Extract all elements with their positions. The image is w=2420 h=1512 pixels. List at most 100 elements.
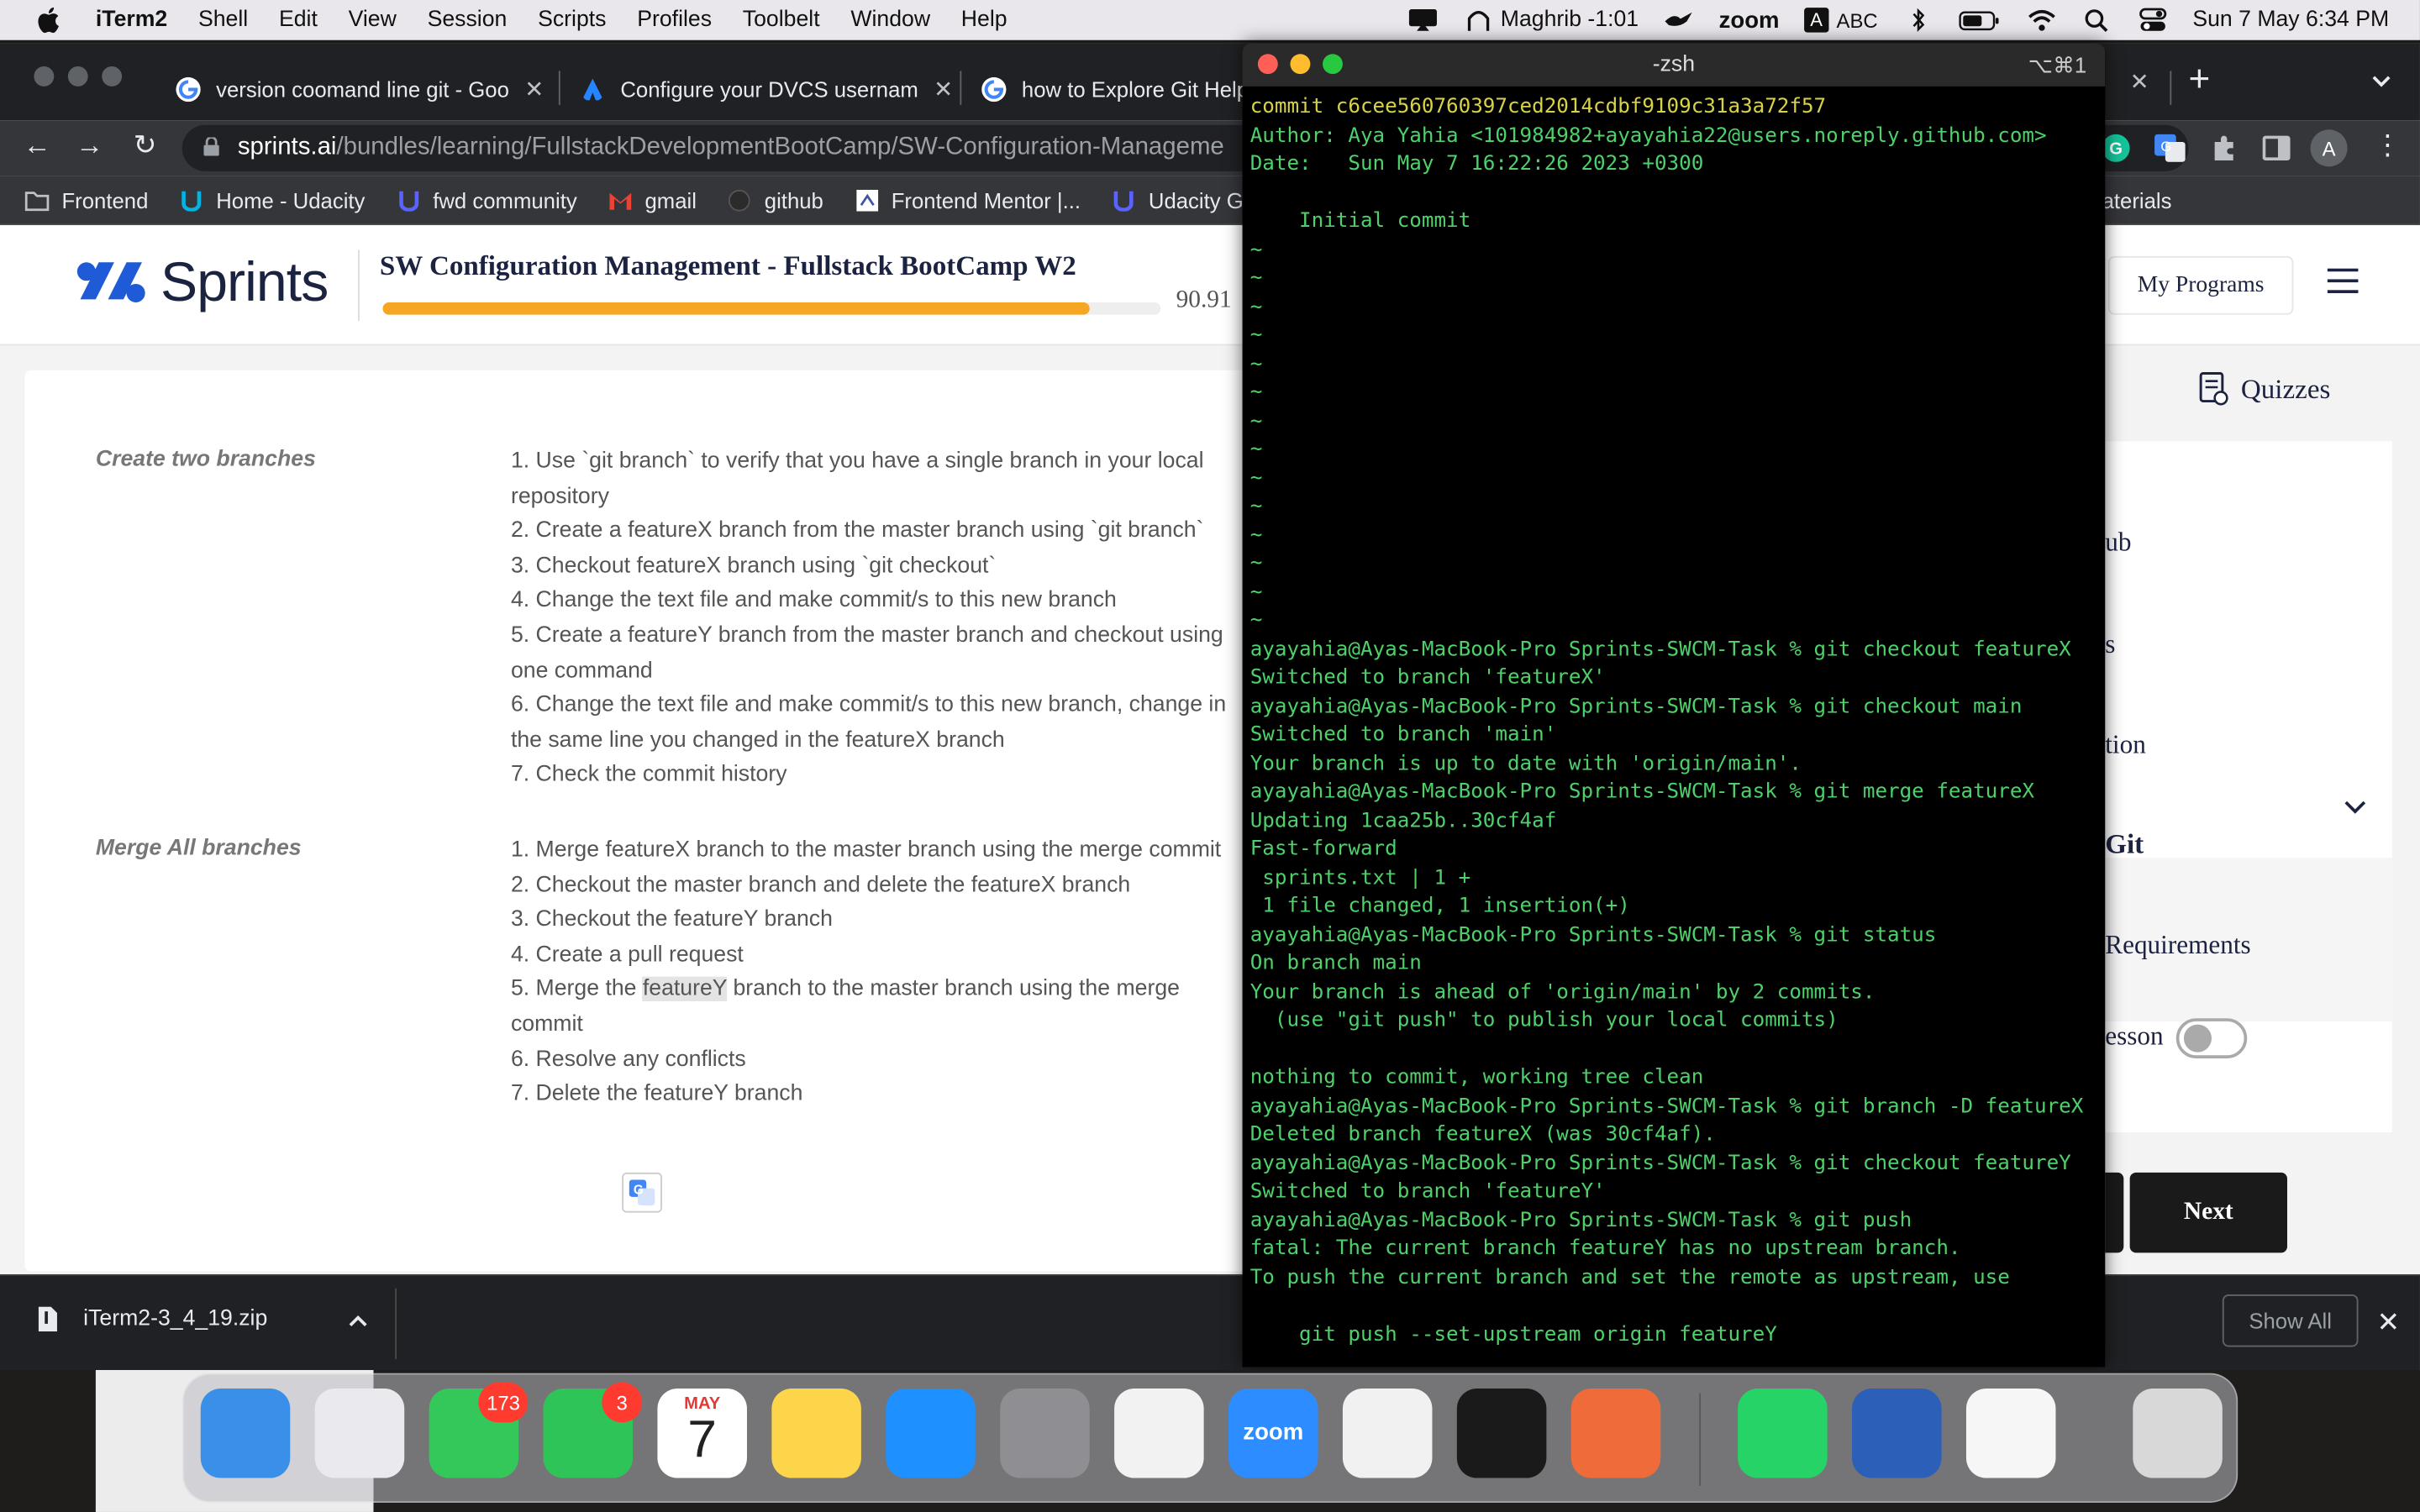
forward-button[interactable]: → [71,129,108,162]
sprints-logo[interactable]: Sprints [68,250,329,315]
profile-avatar[interactable]: A [2310,129,2348,167]
bookmark-materials[interactable]: aterials [2102,188,2172,213]
close-download-bar-icon[interactable]: ✕ [2377,1307,2401,1340]
back-button[interactable]: ← [18,129,55,162]
menu-session[interactable]: Session [428,8,508,32]
system-preferences-icon[interactable] [1000,1389,1090,1478]
svg-text:G: G [2109,140,2123,159]
textedit-icon[interactable] [1965,1389,2056,1478]
show-all-button[interactable]: Show All [2222,1294,2359,1347]
tab-version-command[interactable]: version coomand line git - Goo ✕ [155,59,544,120]
hamburger-menu-icon[interactable] [2327,268,2359,293]
outline-item[interactable]: s [2105,629,2115,660]
whatsapp-icon[interactable] [1738,1389,1828,1478]
zoom-status[interactable]: zoom [1719,7,1780,33]
bookmark-github[interactable]: github [728,187,823,213]
tab-search-chevron-icon[interactable] [2370,74,2392,89]
finder-icon[interactable] [200,1389,291,1478]
messages-icon[interactable]: 173 [429,1382,529,1478]
iterm-zoom-button[interactable] [1323,54,1343,75]
clock[interactable]: Sun 7 May 6:34 PM [2192,8,2389,32]
close-tab-icon[interactable]: ✕ [524,76,544,103]
calendar-icon[interactable]: MAY 7 [657,1389,747,1478]
bookmark-udacity-g[interactable]: Udacity G [1112,187,1244,213]
google-translate-icon[interactable]: G [2154,134,2186,162]
minimize-window-button[interactable] [67,66,88,87]
menu-scripts[interactable]: Scripts [538,8,606,32]
menu-toolbelt[interactable]: Toolbelt [743,8,820,32]
apple-icon[interactable] [34,6,61,34]
step-item: 1. Merge featureX branch to the master b… [510,837,1222,863]
previous-button[interactable] [2105,1172,2124,1253]
outline-item-git[interactable]: Git [2105,828,2144,861]
bookmark-udacity-home[interactable]: Home - Udacity [179,187,365,213]
quizzes-link[interactable]: Quizzes [2197,372,2330,406]
iterm-minimize-button[interactable] [1290,54,1311,75]
menu-view[interactable]: View [349,8,397,32]
terminal-line: ~ [1249,552,1263,576]
menu-help[interactable]: Help [961,8,1007,32]
wifi-icon[interactable] [2026,8,2057,32]
extensions-puzzle-icon[interactable] [2210,134,2238,162]
complete-lesson-toggle[interactable] [2175,1018,2248,1058]
bluetooth-icon[interactable] [1902,8,1933,33]
chrome-icon[interactable] [1342,1389,1433,1478]
chevron-down-icon[interactable] [2343,799,2367,814]
lock-icon[interactable] [203,137,219,156]
progress-fill [382,302,1091,315]
bird-icon[interactable] [1664,8,1695,32]
menu-shell[interactable]: Shell [198,8,248,32]
launchpad-icon[interactable] [314,1389,405,1478]
control-center-icon[interactable] [2137,8,2168,32]
reload-button[interactable]: ↻ [127,129,164,162]
next-button[interactable]: Next [2129,1172,2287,1253]
input-source[interactable]: ABC [1837,8,1878,32]
outline-item[interactable]: tion [2105,730,2146,761]
close-tab-icon[interactable]: ✕ [934,76,953,103]
trash-icon[interactable] [2133,1389,2223,1478]
facetime-icon[interactable]: 3 [543,1382,643,1478]
tab-configure-dvcs[interactable]: Configure your DVCS usernam ✕ [559,59,953,120]
bookmark-frontend-mentor[interactable]: Frontend Mentor |... [855,187,1081,213]
terminal-output[interactable]: commit c6cee560760397ced2014cdbf9109c31a… [1250,94,2099,1350]
google-translate-popup-icon[interactable]: G [622,1172,662,1213]
selected-text[interactable]: featureY [642,977,728,1002]
grammarly-icon[interactable]: G [2102,134,2130,162]
close-tab-icon[interactable]: ✕ [2130,68,2149,96]
close-window-button[interactable] [34,66,55,87]
word-icon[interactable] [1852,1389,1942,1478]
bookmark-fwd-community[interactable]: fwd community [396,187,577,213]
new-tab-button[interactable]: + [2188,59,2210,102]
menu-edit[interactable]: Edit [279,8,318,32]
chevron-up-icon[interactable] [349,1313,367,1328]
iterm-icon[interactable] [1456,1389,1547,1478]
terminal-line: Updating 1caa25b..30cf4af [1249,809,1557,832]
menu-profiles[interactable]: Profiles [637,8,712,32]
tab-explore-git-help[interactable]: how to Explore Git Help [960,59,1249,120]
bookmark-frontend[interactable]: Frontend [24,187,148,213]
prayer-time[interactable]: Maghrib -1:01 [1501,8,1639,32]
battery-icon[interactable] [1958,8,2001,32]
menu-app-name[interactable]: iTerm2 [96,8,167,32]
outline-item-requirements[interactable]: Requirements [2105,931,2250,962]
terminal-line: ~ [1249,466,1263,491]
app-store-icon[interactable] [886,1389,976,1478]
udacity-icon [182,190,202,211]
notes-icon[interactable] [771,1389,861,1478]
postman-icon[interactable] [1570,1389,1661,1478]
zoom-window-button[interactable] [102,66,123,87]
screen-mirror-icon[interactable] [1408,8,1439,32]
vscode-icon[interactable] [1114,1389,1204,1478]
mosque-icon[interactable] [1464,8,1495,32]
outline-item[interactable]: ub [2105,528,2131,559]
zoom-app-icon[interactable]: zoom [1228,1389,1318,1478]
download-item[interactable]: iTerm2-3_4_19.zip [37,1306,267,1332]
menu-window[interactable]: Window [850,8,930,32]
bookmark-gmail[interactable]: gmail [608,187,697,213]
my-programs-button[interactable]: My Programs [2107,255,2294,315]
iterm-close-button[interactable] [1257,54,1278,75]
terminal-line: Switched to branch 'featureY' [1249,1180,1606,1204]
side-panel-icon[interactable] [2262,134,2291,162]
chrome-menu-icon[interactable]: ⋮ [2374,129,2402,162]
spotlight-search-icon[interactable] [2081,8,2112,33]
